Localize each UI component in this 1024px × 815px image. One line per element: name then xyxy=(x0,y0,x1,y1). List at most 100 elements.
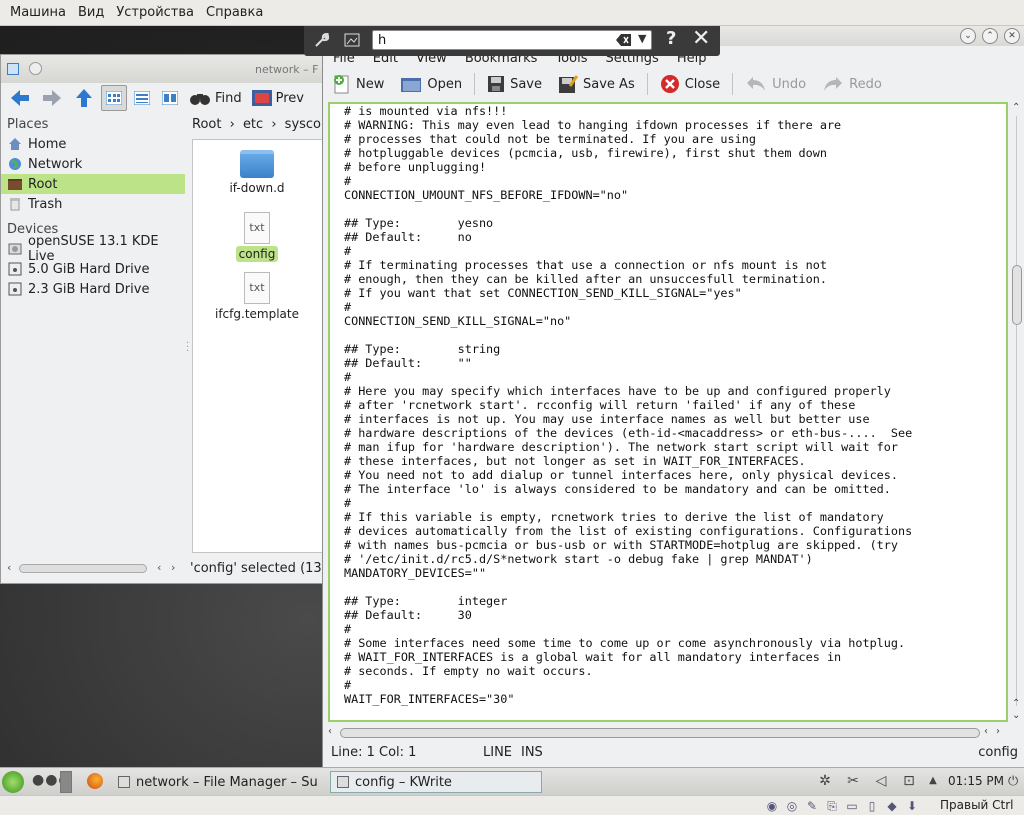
display-icon[interactable]: ▯ xyxy=(864,798,880,814)
scroll-left-icon[interactable]: ‹ xyxy=(7,561,11,574)
keyboard-capture-icon[interactable]: ⬇ xyxy=(904,798,920,814)
columns-view-button[interactable] xyxy=(157,85,183,111)
file-item[interactable]: if-down.d xyxy=(207,150,307,196)
places-item-home[interactable]: Home xyxy=(1,134,185,154)
details-view-button[interactable] xyxy=(129,85,155,111)
close-icon[interactable]: ✕ xyxy=(1004,28,1020,44)
places-panel: Places Home Network Root Trash Devices o… xyxy=(1,113,185,583)
window-menu-icon[interactable] xyxy=(7,63,19,75)
taskbar: ●●● network – File Manager – Sup config … xyxy=(0,767,1024,795)
insert-mode[interactable]: INS xyxy=(521,745,543,760)
scroll-thumb[interactable] xyxy=(19,564,147,573)
devices-item-hdd2[interactable]: 2.3 GiB Hard Drive xyxy=(1,279,185,299)
hard-disk-icon[interactable]: ◉ xyxy=(764,798,780,814)
tray-expand-icon[interactable]: ▲ xyxy=(928,772,938,790)
back-button[interactable] xyxy=(5,85,35,111)
icons-view-button[interactable] xyxy=(101,85,127,111)
scroll-left-icon[interactable]: ‹ xyxy=(328,726,332,737)
edit-mode[interactable]: LINE xyxy=(483,745,512,760)
scroll-left-icon[interactable]: ‹ xyxy=(984,726,988,737)
application-launcher-icon[interactable] xyxy=(2,771,24,793)
find-label: Find xyxy=(215,90,242,106)
host-key-label: Правый Ctrl xyxy=(940,798,1014,812)
scroll-up-icon[interactable]: ⌃ xyxy=(1012,698,1020,709)
close-search-icon[interactable]: ✕ xyxy=(692,26,710,51)
places-hscrollbar[interactable]: ‹ ‹ › xyxy=(7,561,183,575)
scroll-right-icon[interactable]: › xyxy=(996,726,1000,737)
scroll-right-icon[interactable]: › xyxy=(171,561,175,574)
pin-icon[interactable] xyxy=(29,62,42,75)
preview-button[interactable]: Prev xyxy=(248,85,308,111)
close-button[interactable]: Close xyxy=(656,71,724,97)
clear-icon[interactable] xyxy=(616,33,632,47)
redo-label: Redo xyxy=(849,76,882,92)
columns-view-icon xyxy=(162,91,178,105)
scroll-track[interactable] xyxy=(1016,116,1017,706)
vbox-menubar: Машина Вид Устройства Справка xyxy=(0,0,1024,26)
task-kwrite[interactable]: config – KWrite xyxy=(330,771,542,793)
kwrite-statusbar: Line: 1 Col: 1 LINE INS config xyxy=(323,742,1024,764)
new-button[interactable]: New xyxy=(329,71,388,97)
new-label: New xyxy=(356,76,385,92)
breadcrumb-separator-icon: › xyxy=(271,117,277,132)
wrench-icon[interactable] xyxy=(314,32,330,48)
places-item-label: Trash xyxy=(28,196,63,212)
chevron-down-icon[interactable]: ▼ xyxy=(638,32,646,45)
places-item-network[interactable]: Network xyxy=(1,154,185,174)
editor-content[interactable]: # is mounted via nfs!!! # WARNING: This … xyxy=(344,104,912,720)
file-item[interactable]: txt config xyxy=(207,212,307,262)
scroll-up-icon[interactable]: ⌃ xyxy=(1012,102,1020,113)
vbox-statusbar: ◉ ◎ ✎ ⎘ ▭ ▯ ◆ ⬇ Правый Ctrl xyxy=(0,795,1024,815)
minimize-icon[interactable]: ⌄ xyxy=(960,28,976,44)
breadcrumb-etc[interactable]: etc xyxy=(243,117,263,132)
optical-disc-icon xyxy=(8,243,22,255)
text-editor[interactable]: # is mounted via nfs!!! # WARNING: This … xyxy=(328,102,1008,722)
vbox-menu-machine[interactable]: Машина xyxy=(4,5,72,20)
save-button[interactable]: Save xyxy=(483,71,546,97)
image-icon[interactable] xyxy=(344,33,360,47)
tools-icon[interactable]: ✂ xyxy=(844,772,862,790)
maximize-icon[interactable]: ⌃ xyxy=(982,28,998,44)
save-as-button[interactable]: Save As xyxy=(554,71,639,97)
network-adapter-icon[interactable]: ⎘ xyxy=(824,798,840,814)
up-button[interactable] xyxy=(69,85,99,111)
icons-view-icon xyxy=(106,91,122,105)
vbox-menu-devices[interactable]: Устройства xyxy=(110,5,200,20)
clock[interactable]: 01:15 PM xyxy=(948,774,1004,788)
hard-drive-icon xyxy=(8,262,22,276)
scroll-thumb[interactable] xyxy=(340,728,980,738)
shared-folder-icon[interactable]: ▭ xyxy=(844,798,860,814)
undo-button[interactable]: Undo xyxy=(741,71,810,97)
find-button[interactable]: Find xyxy=(185,85,246,111)
task-file-manager[interactable]: network – File Manager – Sup xyxy=(112,771,318,793)
speaker-icon[interactable]: ◁ xyxy=(872,772,890,790)
firefox-icon[interactable] xyxy=(87,773,103,789)
editor-hscrollbar[interactable]: ‹ ‹ › xyxy=(328,726,1010,740)
network-icon[interactable]: ⊡ xyxy=(900,772,918,790)
file-manager-titlebar[interactable]: network – F xyxy=(1,55,329,83)
file-view[interactable]: if-down.d txt config txt ifcfg.template xyxy=(192,139,327,553)
bug-icon[interactable]: ✲ xyxy=(816,772,834,790)
desktop-pager[interactable] xyxy=(60,771,72,793)
devices-item-live[interactable]: openSUSE 13.1 KDE Live xyxy=(1,234,185,264)
redo-button[interactable]: Redo xyxy=(818,71,886,97)
help-icon[interactable]: ? xyxy=(666,28,676,49)
vbox-menu-help[interactable]: Справка xyxy=(200,5,269,20)
scroll-left-icon[interactable]: ‹ xyxy=(157,561,161,574)
places-item-trash[interactable]: Trash xyxy=(1,194,185,214)
optical-drive-icon[interactable]: ◎ xyxy=(784,798,800,814)
capture-icon[interactable]: ◆ xyxy=(884,798,900,814)
usb-icon[interactable]: ✎ xyxy=(804,798,820,814)
vbox-menu-view[interactable]: Вид xyxy=(72,5,110,20)
file-item[interactable]: txt ifcfg.template xyxy=(207,272,307,322)
panel-splitter[interactable]: · · · xyxy=(186,339,189,357)
forward-button[interactable] xyxy=(37,85,67,111)
breadcrumb-root[interactable]: Root xyxy=(192,117,221,132)
editor-vscrollbar[interactable]: ⌃ ⌃ ⌄ xyxy=(1010,102,1024,726)
open-button[interactable]: Open xyxy=(396,71,466,97)
places-item-root[interactable]: Root xyxy=(1,174,185,194)
scroll-down-icon[interactable]: ⌄ xyxy=(1012,710,1020,721)
power-icon[interactable]: ⏻ xyxy=(1008,774,1018,789)
scroll-thumb[interactable] xyxy=(1012,265,1022,325)
search-input[interactable] xyxy=(372,30,652,50)
